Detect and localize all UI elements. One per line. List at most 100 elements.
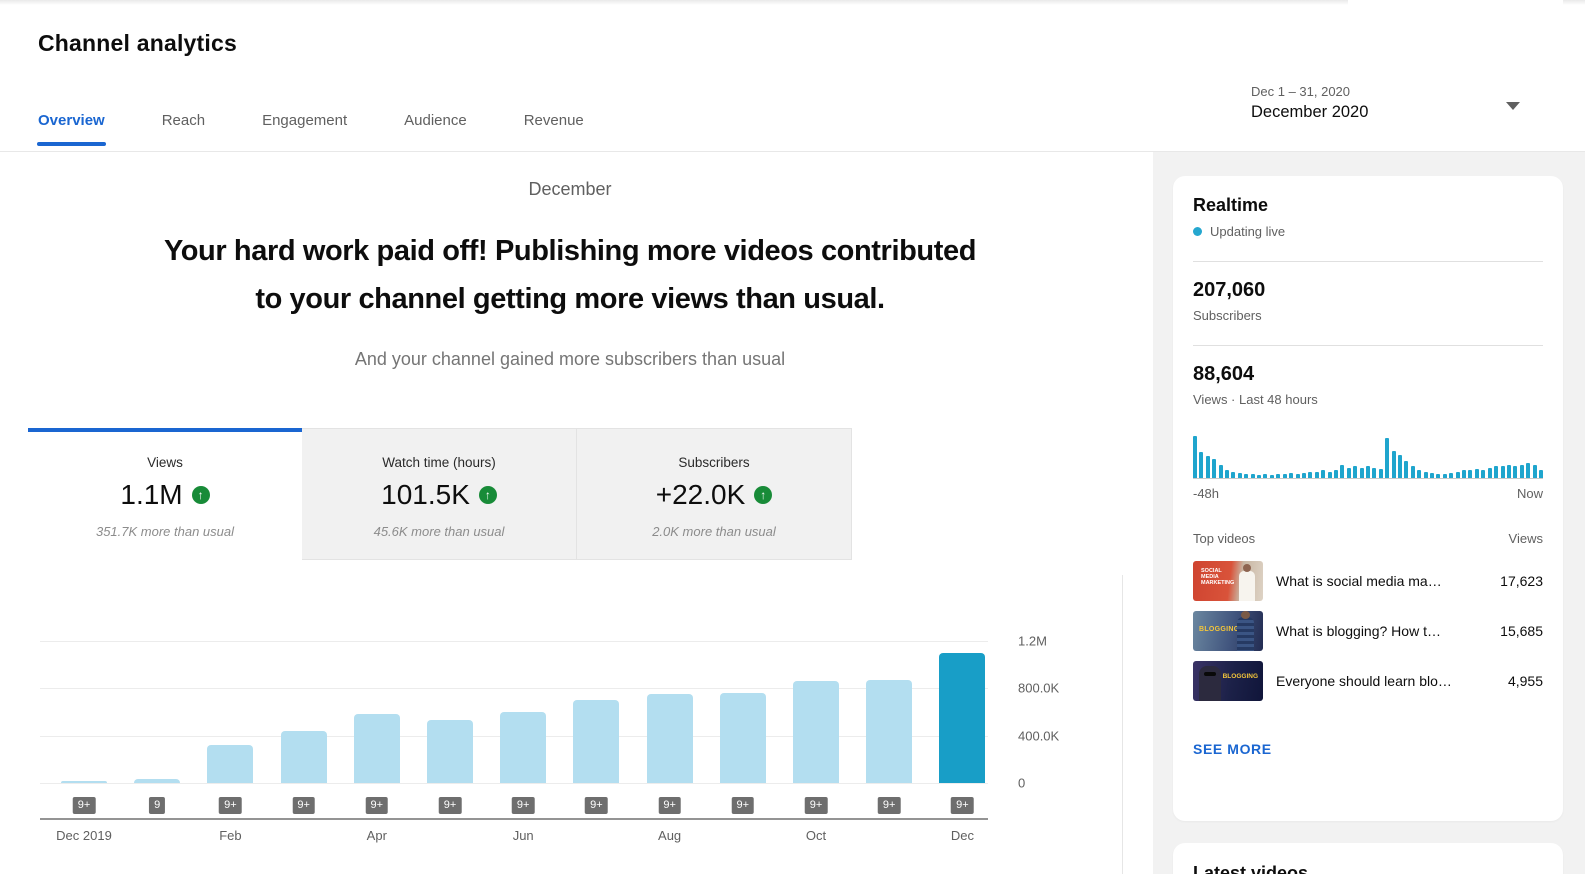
gridline: [40, 641, 988, 642]
realtime-sparkline-chart[interactable]: [1193, 434, 1543, 479]
x-axis-label: Oct: [806, 828, 826, 843]
insight-headline: Your hard work paid off! Publishing more…: [0, 227, 1140, 323]
date-selected-text: December 2020: [1251, 103, 1368, 122]
chart-bar[interactable]: [720, 693, 766, 783]
spark-bar: [1276, 474, 1280, 478]
chart-bar[interactable]: [281, 731, 327, 783]
spark-bar: [1430, 473, 1434, 478]
realtime-subscribers-label: Subscribers: [1193, 308, 1543, 323]
video-thumbnail: BLOGGING: [1193, 611, 1263, 651]
x-axis-label: Feb: [219, 828, 241, 843]
gridline: [40, 783, 988, 784]
spark-bar: [1526, 463, 1530, 478]
video-count-badge[interactable]: 9+: [439, 797, 462, 814]
chart-bar[interactable]: [647, 694, 693, 783]
video-count-badge[interactable]: 9+: [512, 797, 535, 814]
chart-bar[interactable]: [134, 779, 180, 783]
metric-value: 1.1M: [120, 479, 182, 511]
spark-bar: [1436, 474, 1440, 478]
top-videos-header: Top videos: [1193, 531, 1255, 546]
tab-revenue[interactable]: Revenue: [524, 112, 584, 155]
video-count-badge[interactable]: 9+: [878, 797, 901, 814]
chart-bar[interactable]: [573, 700, 619, 783]
date-dropdown-arrow-icon[interactable]: [1506, 102, 1520, 110]
video-count-badge[interactable]: 9+: [585, 797, 608, 814]
video-count-badge[interactable]: 9+: [73, 797, 96, 814]
gridline: [40, 688, 988, 689]
spark-bar: [1334, 470, 1338, 478]
metric-value: 101.5K: [381, 479, 470, 511]
insight-subtitle: And your channel gained more subscribers…: [0, 349, 1140, 370]
spark-bar: [1411, 466, 1415, 478]
spark-bar: [1501, 466, 1505, 478]
metric-tab-subscribers[interactable]: Subscribers+22.0K↑2.0K more than usual: [577, 428, 852, 560]
video-count-badge[interactable]: 9+: [219, 797, 242, 814]
spark-bar: [1372, 468, 1376, 479]
chart-bar[interactable]: [866, 680, 912, 783]
top-videos-header-row: Top videos Views: [1193, 531, 1543, 546]
video-count-badge[interactable]: 9+: [805, 797, 828, 814]
see-more-link[interactable]: SEE MORE: [1193, 741, 1272, 757]
metric-value-row: +22.0K↑: [577, 479, 851, 511]
metric-tab-watch-time-hours[interactable]: Watch time (hours)101.5K↑45.6K more than…: [302, 428, 577, 560]
spark-bar: [1507, 465, 1511, 478]
video-count-badge[interactable]: 9+: [951, 797, 974, 814]
spark-bar: [1520, 465, 1524, 478]
spark-bar: [1398, 455, 1402, 478]
card-divider: [1193, 345, 1543, 346]
metric-tab-cards: Views1.1M↑351.7K more than usualWatch ti…: [28, 428, 852, 560]
latest-videos-title: Latest videos: [1193, 863, 1543, 874]
spark-bar: [1456, 472, 1460, 478]
spark-bar: [1340, 465, 1344, 478]
spark-bar: [1212, 459, 1216, 478]
trend-up-icon: ↑: [754, 486, 772, 504]
latest-videos-card: Latest videos: [1173, 843, 1563, 874]
tab-engagement[interactable]: Engagement: [262, 112, 347, 155]
video-count-badge[interactable]: 9+: [292, 797, 315, 814]
tab-reach[interactable]: Reach: [162, 112, 205, 155]
top-video-row[interactable]: BLOGGINGWhat is blogging? How t…15,685: [1193, 611, 1543, 651]
chart-bar[interactable]: [500, 712, 546, 783]
thumbnail-person: [1239, 571, 1255, 601]
spark-bar: [1392, 451, 1396, 478]
video-count-badge[interactable]: 9+: [366, 797, 389, 814]
trend-up-icon: ↑: [192, 486, 210, 504]
spark-bar: [1513, 466, 1517, 478]
spark-bar: [1494, 466, 1498, 478]
metric-tab-views[interactable]: Views1.1M↑351.7K more than usual: [28, 428, 302, 560]
video-count-badge[interactable]: 9: [149, 797, 165, 814]
chart-bar[interactable]: [354, 714, 400, 783]
x-axis-label: Apr: [367, 828, 387, 843]
metric-value-row: 101.5K↑: [302, 479, 576, 511]
tab-overview[interactable]: Overview: [38, 112, 105, 155]
spark-bar: [1308, 472, 1312, 478]
spark-bar: [1360, 468, 1364, 479]
video-count-badge[interactable]: 9+: [732, 797, 755, 814]
thumbnail-text: SOCIAL MEDIA MARKETING: [1201, 568, 1237, 586]
spark-bar: [1462, 470, 1466, 478]
date-range-picker[interactable]: Dec 1 – 31, 2020 December 2020: [1251, 84, 1368, 122]
chart-bar[interactable]: [793, 681, 839, 783]
thumbnail-person: [1237, 617, 1254, 651]
video-count-badge[interactable]: 9+: [658, 797, 681, 814]
x-axis-label: Jun: [513, 828, 534, 843]
y-axis-label: 400.0K: [1018, 728, 1059, 743]
top-video-row[interactable]: BLOGGINGEveryone should learn blo…4,955: [1193, 661, 1543, 701]
spark-bar: [1238, 473, 1242, 478]
spark-bar: [1251, 474, 1255, 478]
chart-bar[interactable]: [207, 745, 253, 783]
top-video-row[interactable]: SOCIAL MEDIA MARKETINGWhat is social med…: [1193, 561, 1543, 601]
spark-bar: [1347, 468, 1351, 479]
spark-bar: [1263, 474, 1267, 478]
spark-bar: [1206, 456, 1210, 478]
chart-bar[interactable]: [61, 781, 107, 783]
chart-bar[interactable]: [427, 720, 473, 783]
y-axis-label: 800.0K: [1018, 681, 1059, 696]
top-videos-list: SOCIAL MEDIA MARKETINGWhat is social med…: [1193, 561, 1543, 701]
chart-bar[interactable]: [939, 653, 985, 783]
spark-bar: [1449, 473, 1453, 478]
sparkline-axis: -48h Now: [1193, 486, 1543, 501]
tab-audience[interactable]: Audience: [404, 112, 467, 155]
metric-delta: 2.0K more than usual: [577, 524, 851, 539]
spark-bar: [1539, 470, 1543, 478]
